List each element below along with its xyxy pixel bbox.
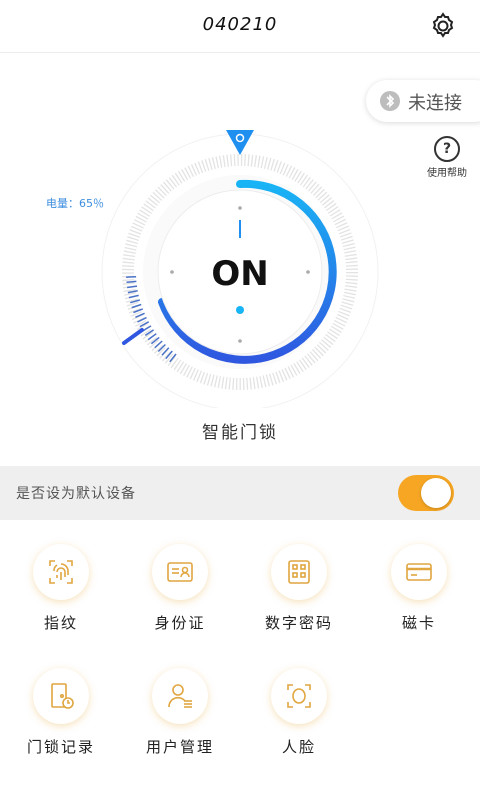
feature-id-card[interactable]: 身份证 <box>125 544 235 633</box>
dial-dot-right <box>306 270 310 274</box>
default-device-row: 是否设为默认设备 <box>0 466 480 520</box>
id-card-icon <box>152 544 208 600</box>
feature-label: 门锁记录 <box>26 738 95 756</box>
settings-gear-icon[interactable] <box>428 11 458 41</box>
dial-dot-left <box>170 270 174 274</box>
feature-label: 身份证 <box>154 614 206 632</box>
feature-fingerprint[interactable]: 指纹 <box>6 544 116 633</box>
dial-dot-top <box>238 206 242 210</box>
bluetooth-icon <box>380 91 400 111</box>
feature-label: 磁卡 <box>401 614 436 632</box>
feature-door-record[interactable]: 门锁记录 <box>6 668 116 757</box>
help-question-icon: ? <box>434 136 460 162</box>
fingerprint-icon <box>33 544 89 600</box>
help-label: 使用帮助 <box>427 168 467 179</box>
bluetooth-status-label: 未连接 <box>408 93 462 114</box>
feature-magnetic-card[interactable]: 磁卡 <box>364 544 474 633</box>
lock-name-label: 智能门锁 <box>202 423 278 443</box>
feature-user-management[interactable]: 用户管理 <box>125 668 235 757</box>
feature-label: 人脸 <box>281 738 316 756</box>
feature-label: 指纹 <box>43 614 78 632</box>
feature-label: 数字密码 <box>264 614 333 632</box>
bluetooth-connect-button[interactable]: 未连接 <box>366 80 480 122</box>
app-header: 040210 <box>0 0 480 53</box>
lock-state-text: ON <box>211 254 268 294</box>
dial-dot-bottom <box>238 339 242 343</box>
feature-password[interactable]: 数字密码 <box>244 544 354 633</box>
keypad-icon <box>271 544 327 600</box>
door-record-icon <box>33 668 89 724</box>
feature-face[interactable]: 人脸 <box>244 668 354 757</box>
device-title: 040210 <box>202 14 278 35</box>
battery-gauge-needle <box>122 328 144 345</box>
default-device-toggle[interactable] <box>398 475 454 511</box>
toggle-knob <box>421 478 451 508</box>
battery-level-label: 电量：65％ <box>46 197 104 210</box>
feature-label: 用户管理 <box>145 738 214 756</box>
lock-dial: ON <box>101 130 379 408</box>
user-management-icon <box>152 668 208 724</box>
default-device-label: 是否设为默认设备 <box>16 486 136 502</box>
dial-center-dot <box>236 306 244 314</box>
magnetic-card-icon <box>391 544 447 600</box>
unlock-pointer[interactable] <box>226 130 254 155</box>
help-button[interactable]: ? 使用帮助 <box>424 136 470 179</box>
face-icon <box>271 668 327 724</box>
